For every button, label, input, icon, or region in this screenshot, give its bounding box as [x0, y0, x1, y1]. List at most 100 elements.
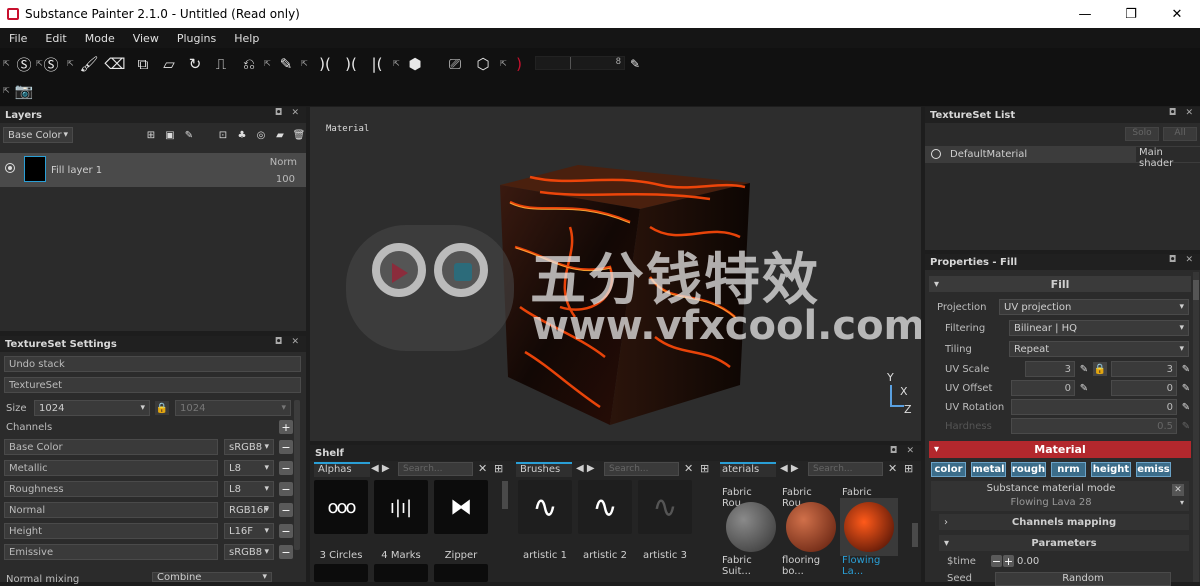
remove-channel-button[interactable]: − [279, 524, 293, 538]
alphas-grid-icon[interactable]: ⊞ [494, 462, 503, 475]
solo-button[interactable]: Solo [1125, 127, 1159, 141]
add-effect-icon[interactable]: ♣ [235, 128, 249, 142]
material-picker-icon[interactable]: ⎌ [238, 53, 260, 75]
add-channel-button[interactable]: + [279, 420, 293, 434]
uv-scale-edit-icon[interactable]: ✎ [1077, 362, 1091, 376]
menu-help[interactable]: Help [225, 32, 268, 45]
channel-format-select[interactable]: L8 [224, 481, 274, 497]
alpha-thumb-3-circles[interactable]: ooo [314, 480, 368, 534]
filtering-select[interactable]: Bilinear | HQ [1009, 320, 1189, 336]
material-section-bar[interactable]: ▾ Material [929, 441, 1191, 458]
time-value[interactable]: 0.00 [1017, 556, 1039, 567]
channel-format-select[interactable]: RGB16F [224, 502, 274, 518]
brushes-clear-icon[interactable]: ✕ [684, 462, 693, 475]
alphas-scrollbar[interactable] [502, 481, 508, 509]
alpha-thumb-4-marks[interactable]: ı|ı| [374, 480, 428, 534]
channel-row[interactable]: Normal RGB16F− [4, 502, 300, 518]
symmetry-icon[interactable]: )( [314, 53, 336, 75]
uv-rotation-input[interactable]: 0 [1011, 399, 1177, 415]
viewport[interactable]: Material 五分钱特效 www.vfxcool.com Y X Z [310, 107, 921, 441]
chip-nrm[interactable]: nrm [1051, 462, 1086, 477]
add-generator-icon[interactable]: ◎ [254, 128, 268, 142]
channel-format-select[interactable]: sRGB8 [224, 544, 274, 560]
layer-visibility-icon[interactable] [5, 163, 15, 173]
textureset-visibility-icon[interactable] [931, 149, 941, 159]
remove-channel-button[interactable]: − [279, 461, 293, 475]
brushes-search-input[interactable]: Search... [604, 462, 679, 476]
delete-layer-icon[interactable]: 🗑 [292, 128, 306, 142]
channel-select[interactable]: Base Color [3, 127, 73, 143]
menu-file[interactable]: File [0, 32, 36, 45]
time-increment-button[interactable]: + [1003, 555, 1014, 568]
shader-select[interactable]: Main shader [1136, 147, 1200, 169]
chip-color[interactable]: color [931, 462, 966, 477]
alphas-clear-icon[interactable]: ✕ [478, 462, 487, 475]
textureset-section[interactable]: TextureSet [4, 377, 301, 393]
uv-scale-v-input[interactable]: 3 [1111, 361, 1177, 377]
symmetry-mirror-icon[interactable]: |( [366, 53, 388, 75]
materials-nav-arrows[interactable]: ◀ ▶ [780, 463, 799, 474]
fill-section-bar[interactable]: ▾ Fill [929, 276, 1191, 292]
brushes-grid-icon[interactable]: ⊞ [700, 462, 709, 475]
layer-opacity[interactable]: 100 [276, 174, 295, 185]
alpha-thumb-zipper[interactable]: ⧓ [434, 480, 488, 534]
remove-channel-button[interactable]: − [279, 482, 293, 496]
brush-thumb-artistic-2[interactable]: ∿ [578, 480, 632, 534]
alphas-search-input[interactable]: Search... [398, 462, 473, 476]
size-select[interactable]: 1024 [34, 400, 150, 416]
layer-blend-mode[interactable]: Norm [270, 157, 297, 168]
toolbar-slider[interactable]: 8 [535, 56, 625, 70]
uv-offset-v-edit-icon[interactable]: ✎ [1179, 381, 1193, 395]
channels-mapping-bar[interactable]: › Channels mapping [939, 514, 1189, 530]
layer-row[interactable]: Fill layer 1 Norm 100 [0, 153, 306, 187]
uv-offset-edit-icon[interactable]: ✎ [1077, 381, 1091, 395]
channel-row[interactable]: Roughness L8− [4, 481, 300, 497]
add-layer-icon[interactable]: ▣ [163, 128, 177, 142]
add-folder-icon[interactable]: ▰ [273, 128, 287, 142]
chip-metal[interactable]: metal [971, 462, 1006, 477]
size-lock-icon[interactable]: 🔒 [155, 401, 169, 415]
menu-mode[interactable]: Mode [76, 32, 124, 45]
material-ball-lava[interactable] [840, 498, 898, 556]
polygon-fill-icon[interactable]: ▱ [158, 53, 180, 75]
paint-brush-icon[interactable]: 🖌 [78, 53, 100, 75]
channel-format-select[interactable]: L8 [224, 460, 274, 476]
materials-scrollbar[interactable] [912, 523, 918, 547]
material-mode-dropdown-icon[interactable]: ▾ [1180, 498, 1184, 507]
remove-channel-button[interactable]: − [279, 545, 293, 559]
remove-channel-button[interactable]: − [279, 503, 293, 517]
uv-scale-u-input[interactable]: 3 [1025, 361, 1075, 377]
channel-row[interactable]: Height L16F− [4, 523, 300, 539]
camera-cube-icon[interactable]: ⬢ [404, 53, 426, 75]
remove-channel-button[interactable]: − [279, 440, 293, 454]
slider-edit-icon[interactable]: ✎ [624, 53, 646, 75]
uv-offset-u-input[interactable]: 0 [1011, 380, 1075, 396]
time-decrement-button[interactable]: − [991, 555, 1002, 568]
size-linked-select[interactable]: 1024 [175, 400, 291, 416]
hardness-edit-icon[interactable]: ✎ [1179, 419, 1193, 433]
display-settings-icon[interactable]: ⎚ [444, 53, 466, 75]
tab-materials[interactable]: aterials [720, 462, 776, 477]
sculpt-icon[interactable]: ) [508, 53, 530, 75]
chip-emiss[interactable]: emiss [1136, 462, 1171, 477]
alpha-thumb[interactable] [314, 564, 368, 582]
channel-row[interactable]: Metallic L8− [4, 460, 300, 476]
materials-grid-icon[interactable]: ⊞ [904, 462, 913, 475]
properties-scrollbar[interactable] [1193, 272, 1199, 582]
uv-scale-v-edit-icon[interactable]: ✎ [1179, 362, 1193, 376]
seed-random-button[interactable]: Random [995, 572, 1171, 586]
substance-s-alt-icon[interactable]: Ⓢ [40, 53, 62, 75]
settings-scrollbar[interactable] [294, 400, 300, 550]
minimize-button[interactable]: — [1062, 0, 1108, 28]
alphas-nav-arrows[interactable]: ◀ ▶ [371, 463, 390, 474]
projection-select[interactable]: UV projection [999, 299, 1189, 315]
tiling-select[interactable]: Repeat [1009, 341, 1189, 357]
channel-row[interactable]: Emissive sRGB8− [4, 544, 300, 560]
textureset-row[interactable]: DefaultMaterial Main shader [925, 146, 1200, 169]
alpha-thumb[interactable] [434, 564, 488, 582]
symmetry-x-icon[interactable]: )( [340, 53, 362, 75]
channel-format-select[interactable]: sRGB8 [224, 439, 274, 455]
uv-scale-lock-icon[interactable]: 🔒 [1093, 362, 1107, 376]
menu-edit[interactable]: Edit [36, 32, 75, 45]
channel-row[interactable]: Base Color sRGB8− [4, 439, 300, 455]
